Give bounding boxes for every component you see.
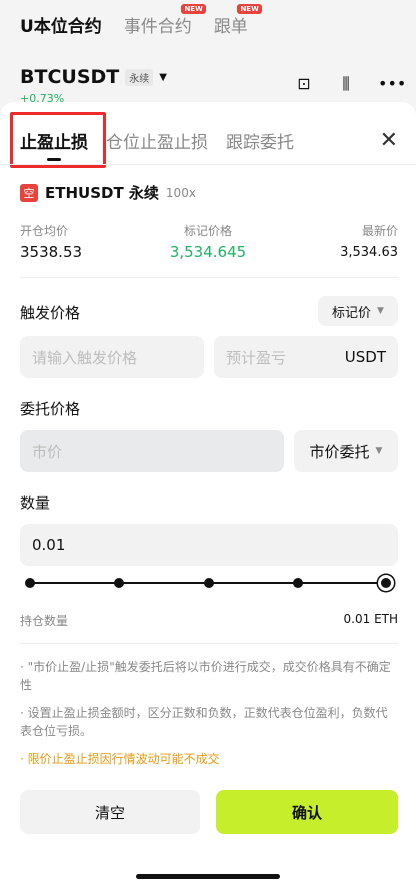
highlight-annotation bbox=[10, 112, 106, 168]
tab-trailing-order[interactable]: 跟踪委托 bbox=[226, 128, 294, 153]
slider-thumb[interactable] bbox=[378, 575, 394, 591]
confirm-button[interactable]: 确认 bbox=[216, 790, 398, 834]
caret-down-icon: ▼ bbox=[159, 71, 167, 83]
pair-selector[interactable]: BTCUSDT 永续 ▼ bbox=[20, 66, 167, 88]
bot-icon[interactable]: ⊡ bbox=[294, 74, 314, 94]
slider-stop-75[interactable] bbox=[293, 578, 303, 588]
notes: · "市价止盈/止损"触发委托后将以市价进行成交，成交价格具有不确定性 · 设置… bbox=[20, 658, 398, 778]
note-amount: · 设置止盈止损金额时，区分正数和负数，正数代表仓位盈利，负数代表仓位亏损。 bbox=[20, 706, 388, 738]
note-limit-warning: · 限价止盈止损因行情波动可能不成交 bbox=[20, 752, 220, 766]
divider bbox=[20, 277, 398, 278]
trigger-price-input[interactable]: 请输入触发价格 bbox=[20, 336, 204, 378]
symbol-row: 空 ETHUSDT 永续 100x bbox=[20, 182, 196, 203]
position-size-value: 0.01 ETH bbox=[343, 612, 398, 626]
tab-position-tpsl[interactable]: 仓位止盈止损 bbox=[106, 128, 208, 153]
estimated-pnl-input[interactable]: 预计盈亏 USDT bbox=[214, 336, 398, 378]
last-price: 最新价 3,534.63 bbox=[340, 224, 398, 260]
divider bbox=[0, 164, 416, 165]
new-badge: NEW bbox=[181, 4, 206, 14]
slider-stop-0[interactable] bbox=[25, 578, 35, 588]
quantity-label: 数量 bbox=[20, 494, 51, 512]
order-price-input[interactable]: 市价 bbox=[20, 430, 284, 472]
slider-stop-25[interactable] bbox=[114, 578, 124, 588]
new-badge: NEW bbox=[237, 4, 262, 14]
leverage: 100x bbox=[165, 185, 196, 200]
position-size-label: 持仓数量 bbox=[20, 614, 69, 628]
quantity-input[interactable]: 0.01 bbox=[20, 524, 398, 566]
trigger-price-label: 触发价格 bbox=[20, 304, 81, 322]
clear-button[interactable]: 清空 bbox=[20, 790, 200, 834]
short-badge: 空 bbox=[20, 183, 38, 202]
close-icon[interactable]: ✕ bbox=[380, 128, 398, 153]
unit-label: USDT bbox=[344, 348, 386, 366]
caret-down-icon: ▼ bbox=[377, 306, 384, 316]
note-market: · "市价止盈/止损"触发委托后将以市价进行成交，成交价格具有不确定性 bbox=[20, 660, 391, 692]
tab-copy-trading[interactable]: 跟单 NEW bbox=[214, 4, 262, 37]
divider bbox=[20, 643, 398, 644]
more-icon[interactable]: ••• bbox=[378, 74, 406, 94]
trigger-type-select[interactable]: 标记价 ▼ bbox=[318, 296, 398, 326]
tab-usdt-futures[interactable]: U本位合约 bbox=[20, 12, 102, 37]
pair-name: BTCUSDT bbox=[20, 66, 120, 88]
slider-stop-50[interactable] bbox=[204, 578, 214, 588]
pair-tag: 永续 bbox=[125, 68, 154, 86]
tab-event-contract[interactable]: 事件合约 NEW bbox=[124, 4, 206, 37]
position-size-row: 持仓数量 0.01 ETH bbox=[20, 612, 398, 629]
top-tabs: U本位合约 事件合约 NEW 跟单 NEW bbox=[20, 4, 262, 37]
symbol-name: ETHUSDT 永续 bbox=[45, 184, 159, 202]
tpsl-sheet: 止盈止损 仓位止盈止损 跟踪委托 ✕ 空 ETHUSDT 永续 100x 开仓均… bbox=[0, 102, 416, 867]
order-price-label: 委托价格 bbox=[20, 400, 81, 418]
caret-down-icon: ▼ bbox=[375, 446, 383, 456]
home-indicator bbox=[136, 874, 280, 879]
order-type-select[interactable]: 市价委托 ▼ bbox=[294, 430, 398, 472]
candlestick-icon[interactable]: ⫼ bbox=[336, 74, 356, 94]
